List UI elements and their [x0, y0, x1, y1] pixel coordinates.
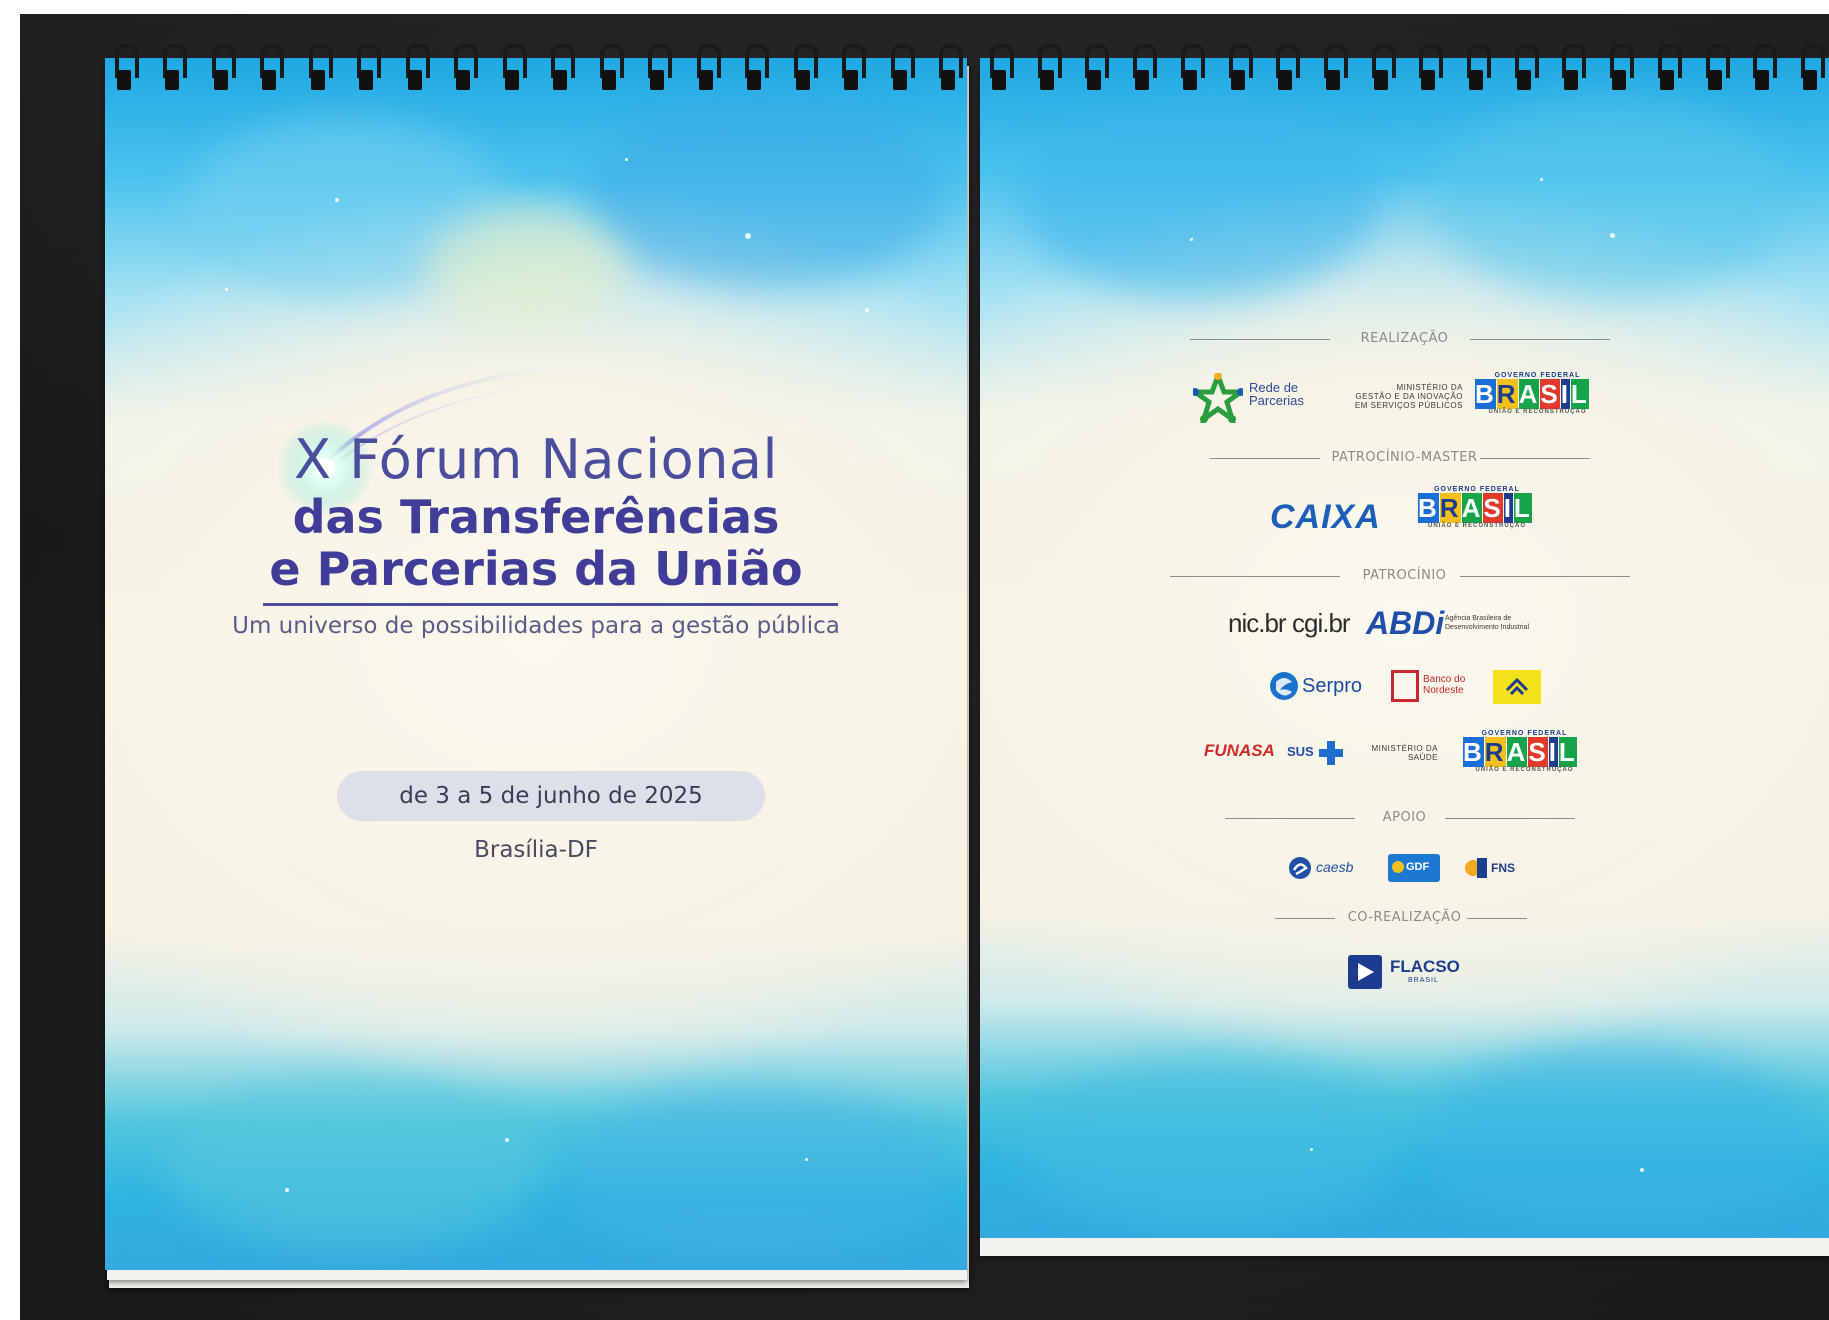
date-badge: de 3 a 5 de junho de 2025 — [337, 771, 765, 821]
spiral-binding — [113, 44, 963, 98]
ministerio-saude-logo: MINISTÉRIO DA SAÚDE — [1371, 744, 1438, 762]
title-line-1: X Fórum Nacional — [293, 428, 779, 491]
brasil-wordmark: BRASIL — [1475, 379, 1589, 409]
governo-federal-brasil-logo: GOVERNO FEDERAL BRASIL UNIÃO E RECONSTRU… — [1475, 372, 1600, 415]
governo-federal-brasil-logo: GOVERNO FEDERAL BRASIL UNIÃO E RECONSTRU… — [1463, 730, 1577, 773]
star-icon — [1193, 373, 1243, 423]
sus-logo: SUS — [1287, 741, 1357, 771]
right-notebook: REALIZAÇÃO Rede de Parcerias MINISTÉRIO … — [980, 44, 1829, 1256]
bb-icon — [1505, 677, 1529, 696]
cgi-br-logo: cgi.br — [1292, 608, 1351, 638]
nic-br-logo: nic.br — [1228, 608, 1287, 638]
flacso-logo: FLACSO BRASIL — [1346, 953, 1466, 993]
left-notebook: X Fórum Nacional das Transferências e Pa… — [105, 44, 969, 1288]
governo-federal-brasil-logo: GOVERNO FEDERAL BRASIL UNIÃO E RECONSTRU… — [1418, 486, 1532, 529]
fns-logo: FNS — [1465, 854, 1533, 882]
section-patrocinio-master: PATROCÍNIO-MASTER — [1331, 450, 1478, 465]
serpro-icon — [1270, 672, 1298, 700]
section-realizacao: REALIZAÇÃO — [1360, 331, 1449, 346]
front-cover: X Fórum Nacional das Transferências e Pa… — [105, 58, 967, 1270]
funasa-logo: FUNASA — [1204, 741, 1275, 760]
caesb-logo: caesb — [1288, 854, 1364, 882]
section-co-realizacao: CO-REALIZAÇÃO — [1347, 910, 1462, 925]
location-text: Brasília-DF — [474, 837, 598, 863]
caesb-icon — [1289, 857, 1311, 879]
title-line-2: das Transferências — [292, 490, 780, 544]
gdf-sun-icon — [1392, 861, 1404, 873]
banco-nordeste-logo: Banco do Nordeste — [1391, 670, 1481, 704]
serpro-logo: Serpro — [1268, 668, 1378, 708]
bnb-icon — [1391, 670, 1419, 702]
flacso-icon — [1348, 955, 1382, 989]
fns-bar-icon — [1477, 858, 1487, 878]
back-cover: REALIZAÇÃO Rede de Parcerias MINISTÉRIO … — [980, 58, 1829, 1238]
plus-cross-icon — [1319, 741, 1343, 765]
banco-do-brasil-logo — [1493, 670, 1541, 704]
abdi-subtitle: Agência Brasileira de Desenvolvimento In… — [1445, 615, 1530, 631]
section-apoio: APOIO — [1382, 810, 1427, 825]
rede-parcerias-logo: Rede de Parcerias — [1193, 373, 1323, 423]
ministerio-gestao-logo: MINISTÉRIO DA GESTÃO E DA INOVAÇÃO EM SE… — [1354, 383, 1463, 410]
title-line-3: e Parcerias da União — [269, 542, 803, 596]
abdi-logo: ABDi — [1366, 605, 1445, 641]
title-underline — [263, 603, 838, 606]
caixa-logo: CAIXA — [1270, 498, 1381, 536]
subtitle: Um universo de possibilidades para a ges… — [232, 613, 840, 639]
section-patrocinio: PATROCÍNIO — [1362, 568, 1447, 583]
gdf-logo: GDF — [1388, 854, 1440, 882]
spiral-binding — [988, 44, 1825, 98]
